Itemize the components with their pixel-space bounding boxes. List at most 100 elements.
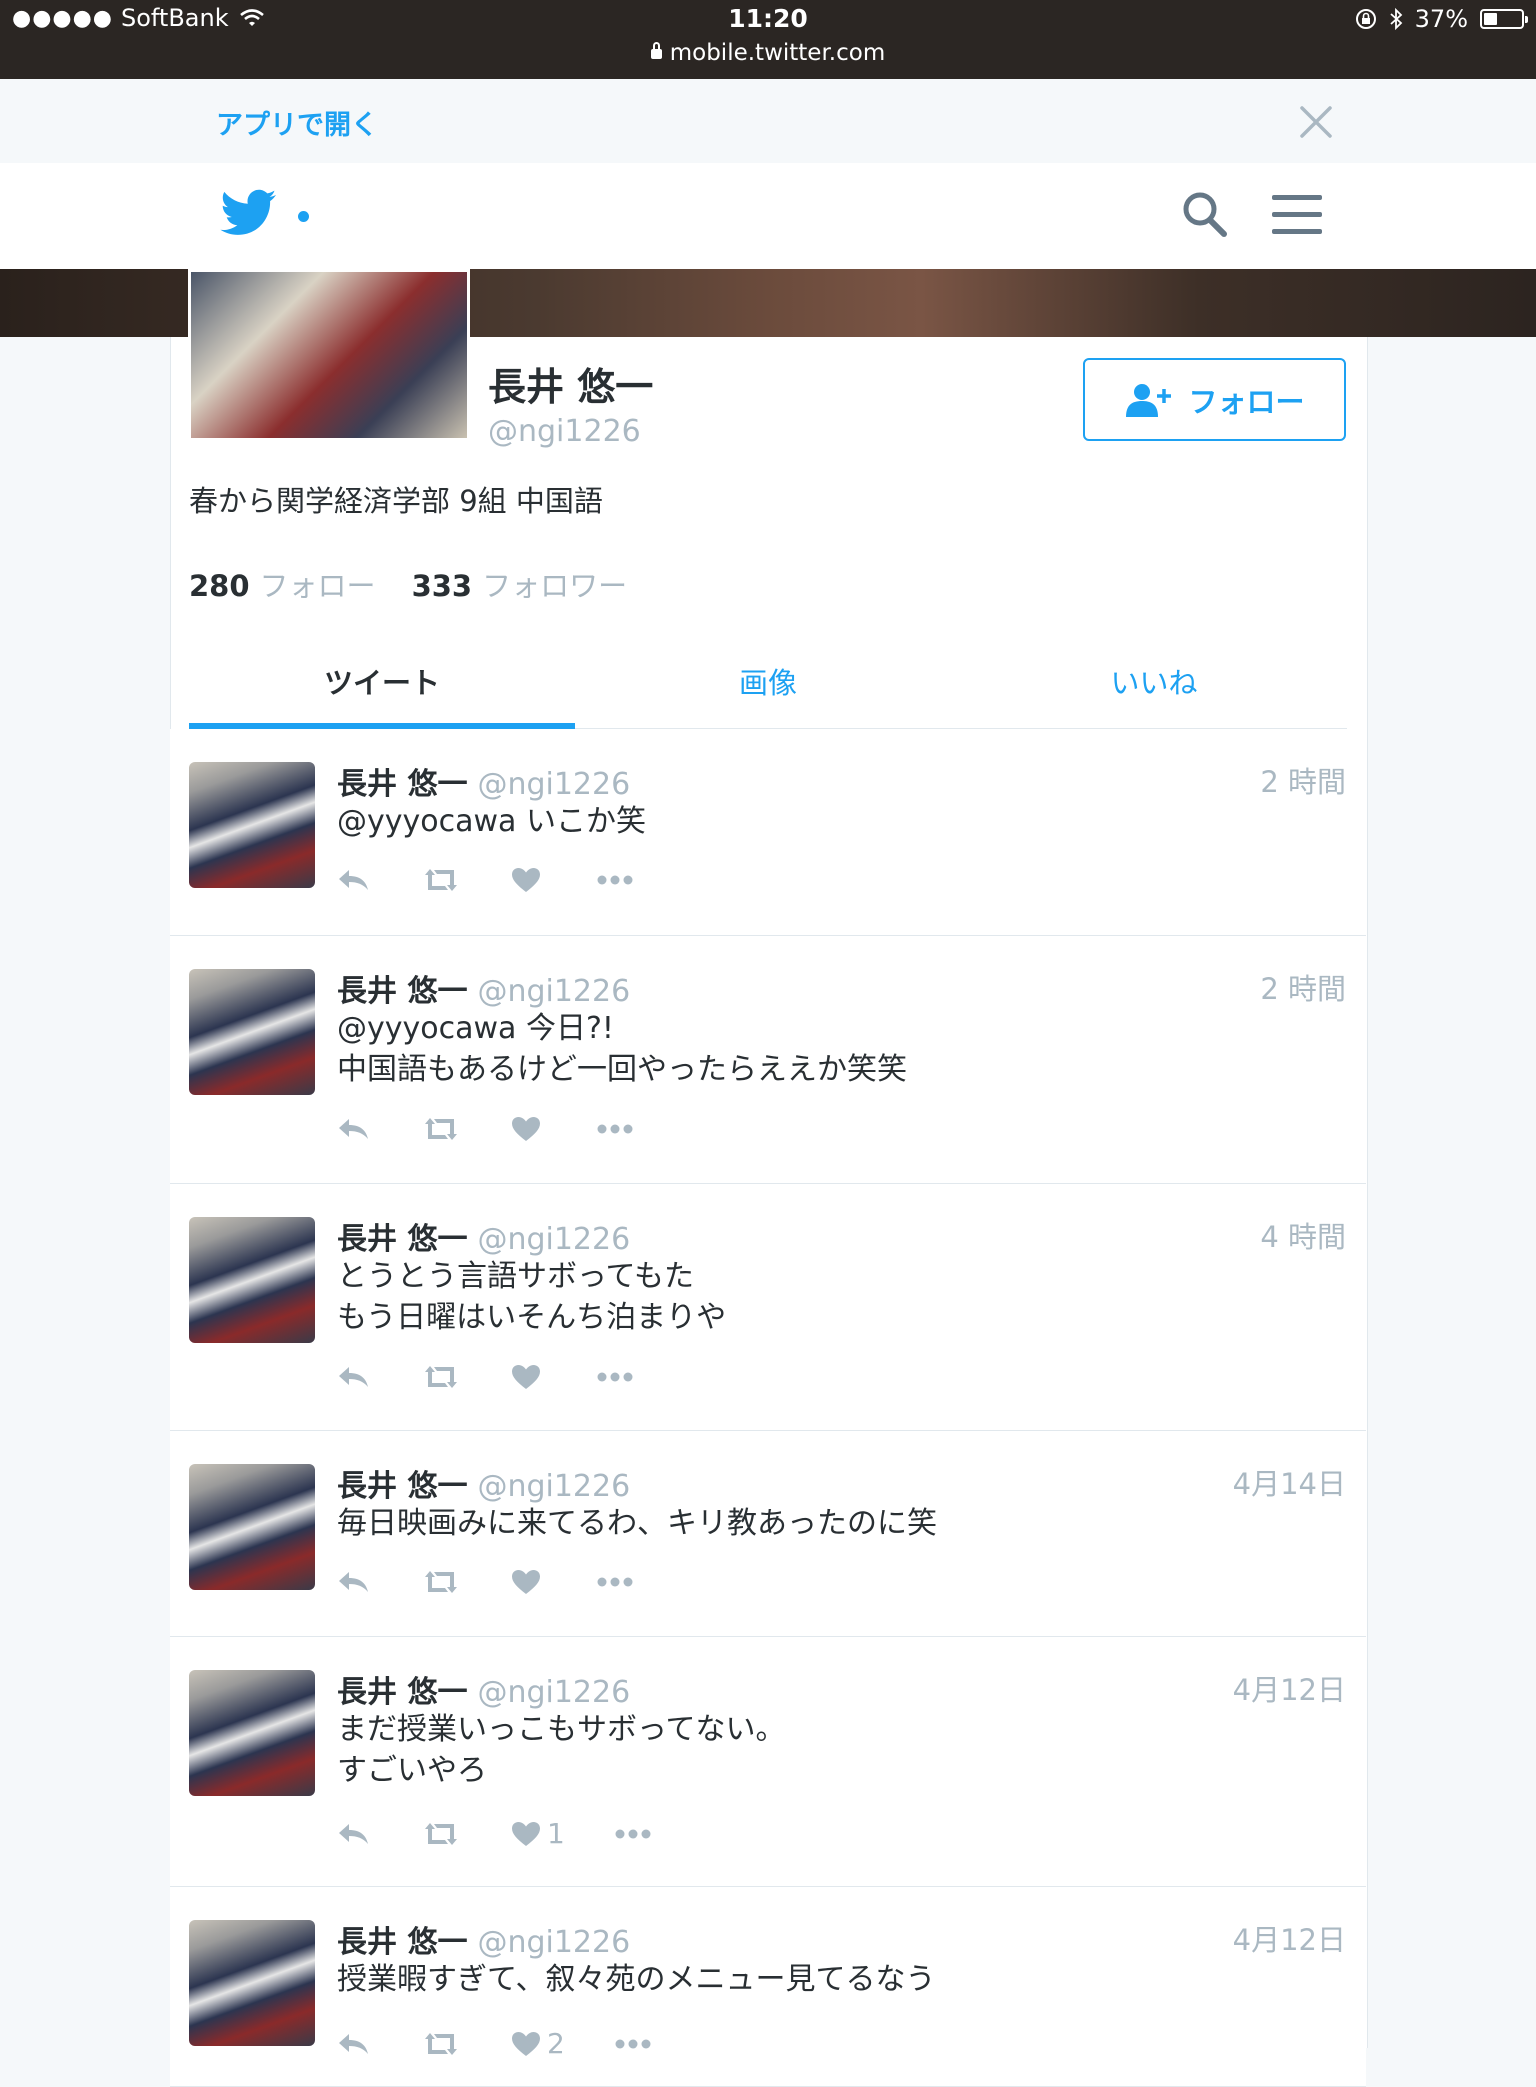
- like-icon[interactable]: 2: [511, 2027, 565, 2060]
- more-icon[interactable]: [597, 1577, 633, 1587]
- like-icon[interactable]: [511, 1364, 547, 1390]
- like-icon[interactable]: [511, 1569, 547, 1595]
- hamburger-menu-icon[interactable]: [1272, 193, 1322, 237]
- tweet[interactable]: 長井 悠一 @ngi1226 4 時間とうとう言語サボってもた もう日曜はいそんち泊…: [170, 1184, 1366, 1431]
- tweet-avatar[interactable]: [189, 969, 315, 1095]
- retweet-icon[interactable]: [421, 1569, 461, 1595]
- like-icon[interactable]: 1: [511, 1817, 565, 1850]
- tweet-timestamp[interactable]: 4月14日: [1233, 1461, 1346, 1503]
- tab-likes[interactable]: いいね: [961, 640, 1347, 728]
- tweet-author-handle[interactable]: @ngi1226: [477, 1925, 630, 1960]
- battery-icon: [1480, 9, 1528, 29]
- notification-dot: [298, 211, 309, 222]
- tweet-header: 長井 悠一 @ngi1226: [337, 966, 630, 1010]
- tweet-timestamp[interactable]: 4月12日: [1233, 1917, 1346, 1959]
- tweet[interactable]: 長井 悠一 @ngi1226 2 時間 @yyyocawa いこか笑: [170, 729, 1366, 936]
- more-icon[interactable]: [615, 1829, 651, 1839]
- status-bar: ●●●●● SoftBank 11:20 mobile.twitter.com …: [0, 0, 1536, 79]
- more-icon[interactable]: [615, 2039, 651, 2049]
- tweet-text: とうとう言語サボってもた もう日曜はいそんち泊まりや: [337, 1259, 727, 1335]
- retweet-icon[interactable]: [421, 1821, 461, 1847]
- tweet-actions: [337, 1116, 683, 1142]
- following-label: フォロー: [259, 569, 376, 603]
- tweet-author-handle[interactable]: @ngi1226: [477, 974, 630, 1009]
- tweet-actions: 2: [337, 2027, 701, 2060]
- reply-icon[interactable]: [337, 1570, 371, 1594]
- bluetooth-icon: [1390, 7, 1402, 31]
- tweet-text: @yyyocawa いこか笑: [337, 804, 646, 839]
- like-icon[interactable]: [511, 867, 547, 893]
- tweet-avatar[interactable]: [189, 1464, 315, 1590]
- more-icon[interactable]: [597, 1372, 633, 1382]
- following-count: 280: [189, 569, 250, 603]
- lock-icon: [650, 42, 662, 59]
- tweet-author-name[interactable]: 長井 悠一: [337, 1469, 467, 1504]
- tweet-author-name[interactable]: 長井 悠一: [337, 767, 467, 802]
- status-right: 37%: [1355, 5, 1528, 33]
- tweet-timestamp[interactable]: 4 時間: [1260, 1214, 1346, 1256]
- tweet-timestamp[interactable]: 2 時間: [1260, 759, 1346, 801]
- add-user-icon: [1126, 383, 1172, 417]
- top-navigation: [0, 163, 1536, 270]
- tweet-timestamp[interactable]: 4月12日: [1233, 1667, 1346, 1709]
- open-in-app-link[interactable]: アプリで開く: [216, 103, 378, 142]
- tweet-actions: 1: [337, 1817, 701, 1850]
- tweet-author-handle[interactable]: @ngi1226: [477, 1675, 630, 1710]
- more-icon[interactable]: [597, 875, 633, 885]
- profile-avatar[interactable]: [188, 269, 470, 441]
- retweet-icon[interactable]: [421, 867, 461, 893]
- tweet-header: 長井 悠一 @ngi1226: [337, 759, 630, 803]
- tweet-author-name[interactable]: 長井 悠一: [337, 1675, 467, 1710]
- profile-tabs: ツイート 画像 いいね: [189, 640, 1347, 730]
- retweet-icon[interactable]: [421, 1116, 461, 1142]
- twitter-bird-icon[interactable]: [220, 189, 278, 237]
- followers-count: 333: [411, 569, 473, 603]
- tweet-author-name[interactable]: 長井 悠一: [337, 974, 467, 1009]
- tweet-avatar[interactable]: [189, 1920, 315, 2046]
- close-icon[interactable]: [1298, 104, 1334, 140]
- following-stat[interactable]: 280 フォロー: [189, 563, 376, 605]
- reply-icon[interactable]: [337, 2032, 371, 2056]
- address-bar[interactable]: mobile.twitter.com: [0, 40, 1536, 66]
- reply-icon[interactable]: [337, 1117, 371, 1141]
- tweet-avatar[interactable]: [189, 1217, 315, 1343]
- tweet-author-handle[interactable]: @ngi1226: [477, 1469, 630, 1504]
- reply-icon[interactable]: [337, 1822, 371, 1846]
- like-count: 2: [547, 2027, 565, 2060]
- retweet-icon[interactable]: [421, 1364, 461, 1390]
- tweet-author-name[interactable]: 長井 悠一: [337, 1222, 467, 1257]
- search-icon[interactable]: [1180, 189, 1228, 239]
- profile-bio: 春から関学経済学部 9組 中国語: [189, 484, 603, 518]
- tweet-text: @yyyocawa 今日?! 中国語もあるけど一回やったらええか笑笑: [337, 1011, 907, 1087]
- profile-name: 長井 悠一: [488, 365, 654, 409]
- retweet-icon[interactable]: [421, 2031, 461, 2057]
- tweet[interactable]: 長井 悠一 @ngi1226 4月14日 毎日映画みに来てるわ、キリ教あったのに笑: [170, 1431, 1366, 1637]
- tweet-timestamp[interactable]: 2 時間: [1260, 966, 1346, 1008]
- profile-stats: 280 フォロー 333 フォロワー: [189, 563, 627, 605]
- followers-stat[interactable]: 333 フォロワー: [412, 563, 628, 605]
- tweet-actions: [337, 1569, 683, 1595]
- follow-button[interactable]: フォロー: [1083, 358, 1346, 441]
- tweet-avatar[interactable]: [189, 1670, 315, 1796]
- tweet-author-name[interactable]: 長井 悠一: [337, 1925, 467, 1960]
- tweet-actions: [337, 1364, 683, 1390]
- tweet-text: 授業暇すぎて、叙々苑のメニュー見てるなう: [337, 1962, 936, 1997]
- tweet-author-handle[interactable]: @ngi1226: [477, 767, 630, 802]
- tweet[interactable]: 長井 悠一 @ngi1226 2 時間 @yyyocawa 今日?! 中国語もあるけど…: [170, 936, 1366, 1184]
- tweet-text: まだ授業いっこもサボってない。 すごいやろ: [337, 1712, 786, 1788]
- tab-tweets[interactable]: ツイート: [189, 640, 575, 730]
- tweet-header: 長井 悠一 @ngi1226: [337, 1214, 630, 1258]
- tweet-author-handle[interactable]: @ngi1226: [477, 1222, 630, 1257]
- like-icon[interactable]: [511, 1116, 547, 1142]
- more-icon[interactable]: [597, 1124, 633, 1134]
- tweet[interactable]: 長井 悠一 @ngi1226 4月12日授業暇すぎて、叙々苑のメニュー見てるなう 2: [170, 1887, 1366, 2087]
- tweet-avatar[interactable]: [189, 762, 315, 888]
- reply-icon[interactable]: [337, 1365, 371, 1389]
- reply-icon[interactable]: [337, 868, 371, 892]
- tweet[interactable]: 長井 悠一 @ngi1226 4月12日まだ授業いっこもサボってない。 すごいやろ 1: [170, 1637, 1366, 1887]
- tab-media[interactable]: 画像: [575, 640, 961, 728]
- battery-percent: 37%: [1414, 5, 1468, 33]
- tweet-header: 長井 悠一 @ngi1226: [337, 1917, 630, 1961]
- orientation-lock-icon: [1355, 9, 1376, 29]
- like-count: 1: [547, 1817, 565, 1850]
